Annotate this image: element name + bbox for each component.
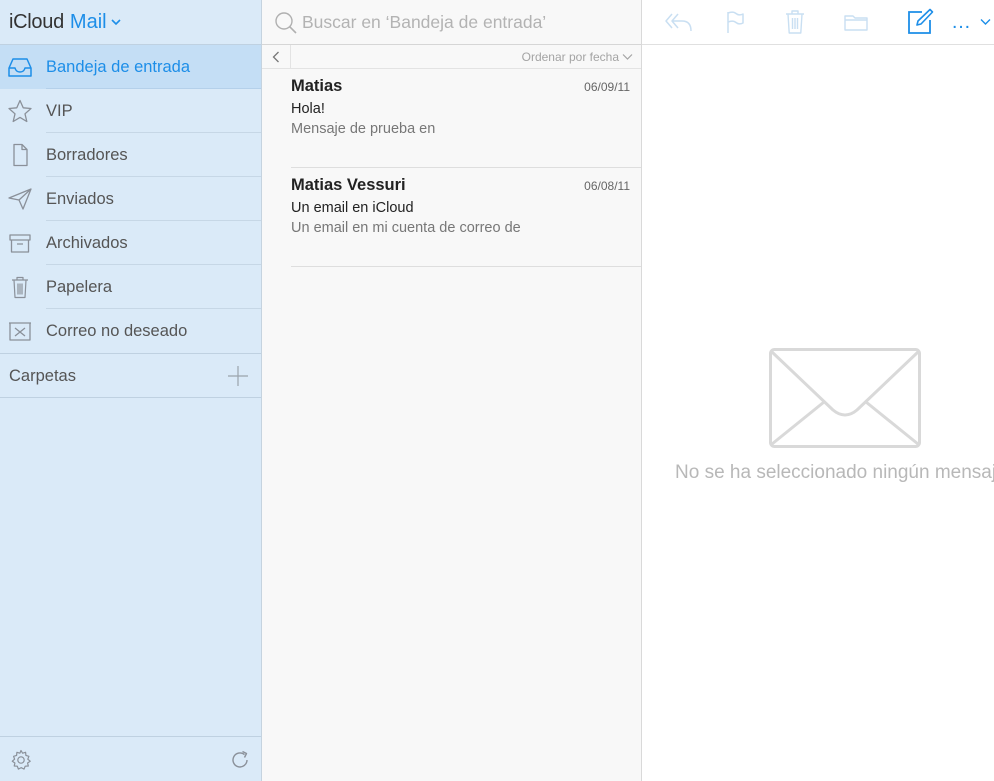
sidebar-item-vip[interactable]: VIP [0, 89, 261, 133]
message-toolbar: … [642, 0, 994, 45]
archive-box-icon [7, 231, 33, 255]
trash-icon [7, 275, 33, 299]
delete-button[interactable] [783, 8, 807, 36]
folders-section: Carpetas [0, 354, 261, 398]
more-label: … [951, 11, 972, 33]
paper-plane-icon [7, 187, 33, 211]
sidebar-item-sent[interactable]: Enviados [0, 177, 261, 221]
trash-icon [786, 10, 804, 34]
plus-icon [228, 366, 248, 386]
refresh-icon [232, 750, 248, 768]
sidebar-item-archive[interactable]: Archivados [0, 221, 261, 265]
sidebar-footer [0, 736, 261, 781]
envelope-icon [769, 348, 921, 448]
flag-button[interactable] [724, 8, 746, 36]
inbox-icon [7, 55, 33, 79]
sort-bar: Ordenar por fecha [262, 45, 641, 69]
more-actions-button[interactable]: … [948, 8, 994, 36]
document-icon [7, 143, 33, 167]
mailbox-list: Bandeja de entrada VIP Borradores Enviad… [0, 45, 261, 354]
message-row[interactable]: Matias 06/09/11 Hola! Mensaje de prueba … [291, 69, 641, 168]
sidebar-item-label: Enviados [46, 177, 261, 221]
back-button[interactable] [262, 45, 291, 68]
chevron-down-icon [622, 53, 633, 60]
sidebar-item-label: Correo no deseado [46, 322, 188, 340]
sort-button[interactable]: Ordenar por fecha [522, 45, 633, 68]
add-folder-button[interactable] [227, 365, 249, 387]
message-subject: Un email en iCloud [291, 200, 414, 216]
reply-all-icon [665, 13, 692, 32]
message-subject: Hola! [291, 101, 325, 117]
search-input[interactable] [302, 6, 632, 38]
sidebar-item-junk[interactable]: Correo no deseado [0, 309, 261, 353]
sidebar: iCloud Mail Bandeja de entrada VIP Borra… [0, 0, 262, 781]
sidebar-item-trash[interactable]: Papelera [0, 265, 261, 309]
message-row[interactable]: Matias Vessuri 06/08/11 Un email en iClo… [291, 168, 641, 267]
sidebar-item-label: Archivados [46, 221, 261, 265]
message-preview: Un email en mi cuenta de correo de [291, 220, 521, 236]
message-list-pane: Ordenar por fecha Matias 06/09/11 Hola! … [262, 0, 642, 781]
search-bar [262, 0, 641, 45]
compose-button[interactable] [906, 8, 934, 36]
brand-icloud: iCloud [9, 10, 64, 33]
chevron-left-icon [272, 51, 279, 62]
junk-box-icon [7, 319, 33, 343]
chevron-down-icon [980, 19, 991, 25]
message-sender: Matias Vessuri [291, 176, 406, 194]
settings-button[interactable] [10, 749, 32, 771]
folders-label: Carpetas [9, 367, 76, 385]
message-date: 06/09/11 [584, 80, 630, 94]
message-preview: Mensaje de prueba en [291, 121, 436, 137]
compose-icon [908, 8, 934, 34]
gear-icon [11, 749, 31, 770]
sidebar-item-drafts[interactable]: Borradores [0, 133, 261, 177]
message-date: 06/08/11 [584, 179, 630, 193]
sort-label: Ordenar por fecha [521, 49, 619, 64]
no-message-selected-text: No se ha seleccionado ningún mensaje [675, 462, 994, 483]
brand-mail: Mail [69, 10, 107, 33]
folder-icon [844, 15, 868, 31]
sidebar-item-label: Bandeja de entrada [46, 45, 261, 89]
sidebar-item-label: Borradores [46, 133, 261, 177]
star-icon [7, 99, 33, 123]
sidebar-item-inbox[interactable]: Bandeja de entrada [0, 45, 261, 89]
reply-button[interactable] [664, 8, 694, 36]
message-sender: Matias [291, 77, 343, 95]
flag-icon [727, 11, 744, 33]
move-to-folder-button[interactable] [843, 8, 869, 36]
refresh-button[interactable] [229, 749, 251, 771]
app-brand[interactable]: iCloud Mail [0, 0, 261, 45]
sidebar-item-label: Papelera [46, 265, 261, 309]
reading-pane: … No se ha seleccionado ningún mensaje [642, 0, 994, 781]
search-icon [274, 11, 298, 35]
chevron-down-icon[interactable] [111, 18, 121, 26]
sidebar-item-label: VIP [46, 89, 261, 133]
